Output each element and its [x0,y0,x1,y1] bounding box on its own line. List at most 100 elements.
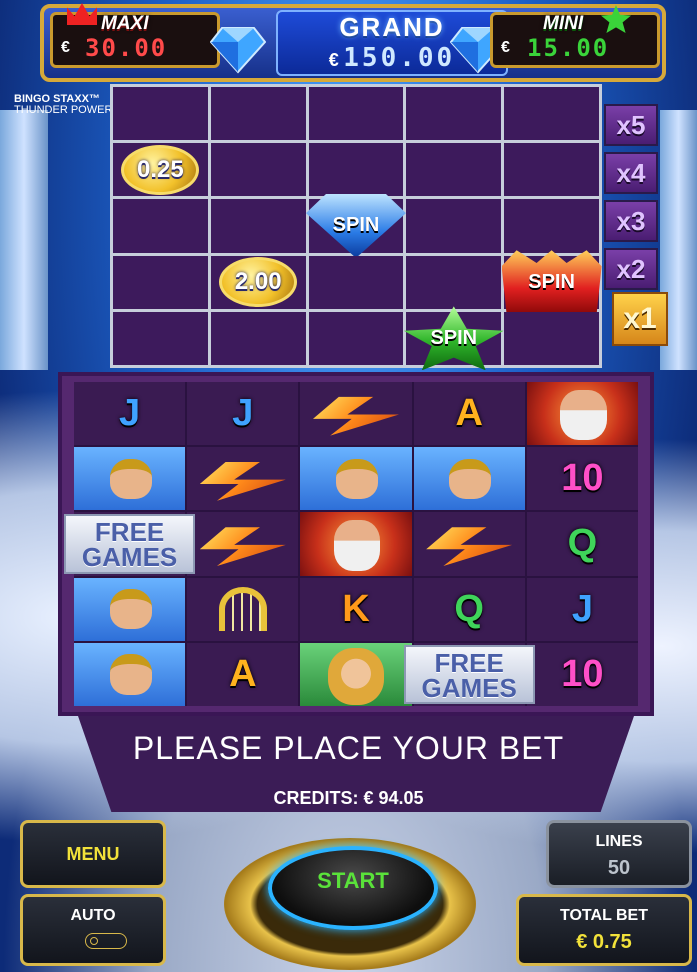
bingo-cell [113,255,208,309]
mini-currency: € [501,39,510,56]
multiplier-x4: x4 [604,152,658,194]
zeus-symbol [300,512,412,576]
hero-face [109,458,152,499]
crown-icon [67,3,97,25]
reel-cell [74,447,186,511]
grand-currency: € [328,50,339,70]
reel-cell [413,512,525,576]
multiplier-x2: x2 [604,248,658,290]
free-games-symbol: FREE GAMES [64,514,196,574]
maxi-label: MAXI [101,13,149,34]
reel-grid: J J A 10 FREE GAMES Q K Q J A FREE GAMES 10 [64,382,638,706]
bingo-cell [210,87,306,141]
hero-face [109,654,152,695]
start-button[interactable]: START [268,846,438,930]
bingo-cell: SPIN [305,193,406,258]
mini-jackpot: MINI € 15.00 [490,5,660,68]
bingo-cell [210,143,306,197]
hero-symbol [74,447,186,511]
bingo-cell: SPIN [501,250,602,315]
reel-cell: FREE GAMES [64,512,196,576]
status-message: PLEASE PLACE YOUR BET [132,730,565,766]
total-bet-label: TOTAL BET [560,907,648,924]
reel-cell [187,512,299,576]
reel-cell [526,382,638,446]
maxi-value: 30.00 [85,34,168,62]
reel-cell: 10 [526,642,638,706]
lightning-bolt-icon [199,527,286,566]
bingo-cell [504,87,599,141]
auto-label: AUTO [70,907,116,924]
grand-value: 150.00 [343,43,456,73]
reel-cell [74,577,186,641]
mini-value: 15.00 [527,34,610,62]
spin-blue-token: SPIN [305,193,406,258]
bingo-cell [308,311,404,365]
reel-cell [300,447,412,511]
reel-cell [300,382,412,446]
reel-cell: A [187,642,299,706]
hero-symbol [74,577,186,641]
bingo-grid: 0.25 SPIN 2.00 SPIN SPIN [110,84,602,371]
lightning-bolt-icon [312,396,399,436]
hero-symbol [74,642,186,706]
spin-green-token: SPIN [403,306,504,371]
spin-red-token: SPIN [501,250,602,315]
bingo-cell [406,87,502,141]
symbol-j: J [571,587,593,630]
hero-face [449,458,492,499]
bingo-cell [113,311,208,365]
zeus-symbol [526,382,638,446]
diamond-icon [210,27,266,74]
symbol-q: Q [454,587,484,630]
symbol-10: 10 [561,457,604,500]
reel-cell: J [526,577,638,641]
symbol-a: A [455,392,483,435]
goddess-symbol [300,642,412,706]
credits-display: CREDITS: € 94.05 [273,788,424,808]
bingo-cell [210,311,306,365]
bingo-cell [504,311,599,365]
bingo-cell [406,199,502,253]
zeus-face [560,389,607,441]
symbol-j: J [232,392,254,435]
reel-cell: J [74,382,186,446]
bingo-cell [113,87,208,141]
symbol-k: K [342,587,370,630]
bingo-cell [113,199,208,253]
star-icon [601,5,631,33]
reel-cell [413,447,525,511]
coin-token: 0.25 [121,144,200,195]
hero-face [109,588,152,630]
bingo-cell [406,143,502,197]
auto-button[interactable]: AUTO [20,894,166,966]
bingo-cell [504,143,599,197]
lines-button[interactable]: LINES 50 [546,820,692,888]
reel-cell: Q [526,512,638,576]
free-games-symbol: FREE GAMES [403,644,535,704]
symbol-a: A [229,652,257,695]
mini-label: MINI [543,13,584,34]
zeus-face [333,519,381,571]
total-bet-button[interactable]: TOTAL BET € 0.75 [516,894,692,966]
bingo-cell [308,143,404,197]
coin-token: 2.00 [219,257,298,308]
lines-label: LINES [595,833,643,850]
bingo-cell [406,255,502,309]
bingo-cell [308,87,404,141]
symbol-j: J [119,392,141,435]
reel-cell [300,512,412,576]
menu-button[interactable]: MENU [20,820,166,888]
reel-frame: J J A 10 FREE GAMES Q K Q J A FREE GAMES 10 [58,372,654,716]
reel-cell: 10 [526,447,638,511]
multiplier-x1: x1 [612,292,668,346]
auto-toggle[interactable] [85,933,127,949]
multiplier-x3: x3 [604,200,658,242]
reel-cell: A [413,382,525,446]
maxi-currency: € [61,39,70,56]
harp-icon [218,587,267,632]
logo-line2: THUNDER POWER [14,104,113,116]
jackpot-bar: MAXI € 30.00 GRAND € 150.00 MINI € 15.00 [40,3,666,82]
reel-cell [74,642,186,706]
lightning-bolt-icon [199,462,286,501]
